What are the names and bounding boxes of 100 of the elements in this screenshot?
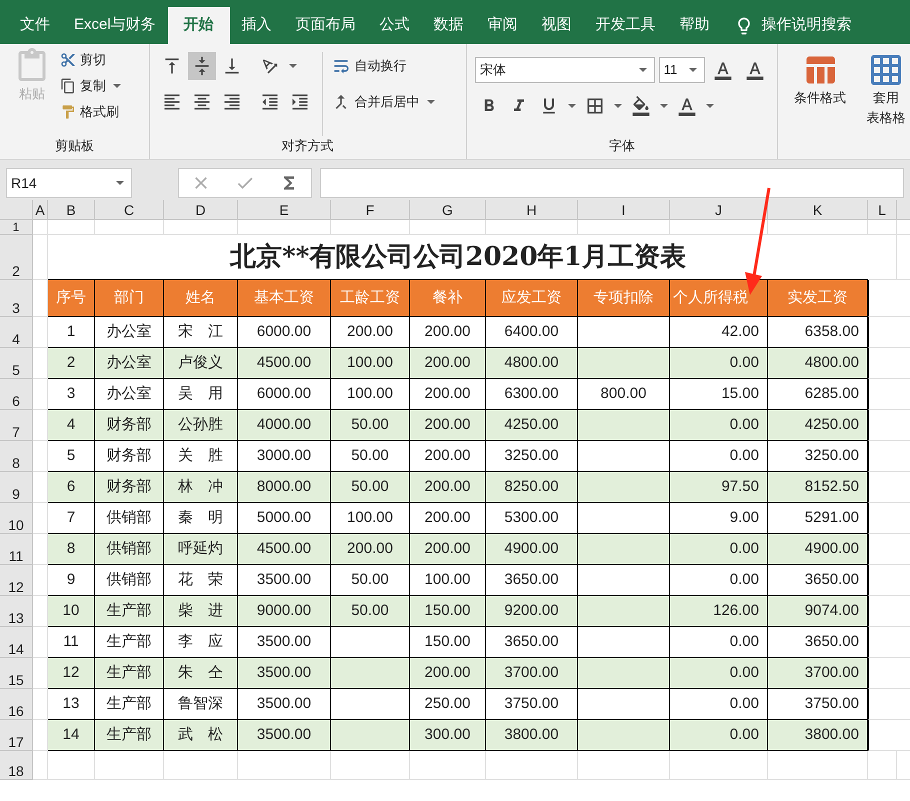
ribbon-tab[interactable]: 数据 bbox=[422, 7, 476, 44]
table-cell: 100.00 bbox=[331, 503, 410, 534]
column-header[interactable]: E bbox=[238, 200, 331, 220]
caret-icon bbox=[426, 100, 435, 104]
column-header[interactable]: K bbox=[768, 200, 868, 220]
ribbon-tab[interactable]: Excel与财务 bbox=[62, 7, 168, 44]
table-cell: 6300.00 bbox=[486, 379, 578, 410]
table-cell: 100.00 bbox=[331, 348, 410, 379]
empty-cell bbox=[48, 751, 95, 780]
column-header[interactable]: H bbox=[486, 200, 578, 220]
ribbon-tab[interactable]: 文件 bbox=[8, 7, 62, 44]
row-header[interactable]: 16 bbox=[0, 689, 33, 720]
formula-input-field[interactable] bbox=[320, 168, 904, 198]
vertical-align-button[interactable] bbox=[188, 52, 216, 80]
caret-icon bbox=[660, 104, 668, 108]
ribbon-tab[interactable]: 帮助 bbox=[668, 7, 722, 44]
empty-cell bbox=[868, 503, 897, 534]
table-cell: 生产部 bbox=[95, 720, 164, 751]
column-header[interactable]: B bbox=[48, 200, 95, 220]
column-heading: 工龄工资 bbox=[331, 280, 410, 317]
row-header[interactable]: 9 bbox=[0, 472, 33, 503]
wrap-text-button[interactable]: 自动换行 bbox=[330, 52, 438, 80]
format-painter-button[interactable]: 格式刷 bbox=[60, 100, 124, 124]
column-header[interactable]: L bbox=[868, 200, 897, 220]
table-cell: 朱 仝 bbox=[164, 658, 238, 689]
table-cell: 3 bbox=[48, 379, 95, 410]
caret-icon bbox=[638, 68, 647, 72]
row-header[interactable]: 12 bbox=[0, 565, 33, 596]
table-cell: 3500.00 bbox=[238, 627, 331, 658]
row-header[interactable]: 18 bbox=[0, 751, 33, 780]
row-header[interactable]: 2 bbox=[0, 235, 33, 280]
caret-icon bbox=[706, 104, 714, 108]
table-cell: 50.00 bbox=[331, 410, 410, 441]
table-cell: 3700.00 bbox=[768, 658, 868, 689]
table-cell: 3250.00 bbox=[486, 441, 578, 472]
table-cell: 42.00 bbox=[670, 317, 768, 348]
column-header[interactable]: F bbox=[331, 200, 410, 220]
ribbon-tab[interactable]: 审阅 bbox=[476, 7, 530, 44]
column-heading: 餐补 bbox=[410, 280, 486, 317]
row-header[interactable]: 8 bbox=[0, 441, 33, 472]
table-cell: 100.00 bbox=[410, 565, 486, 596]
row-header[interactable]: 11 bbox=[0, 534, 33, 565]
row-header[interactable]: 4 bbox=[0, 317, 33, 348]
ribbon-tab[interactable]: 插入 bbox=[230, 7, 284, 44]
row-header[interactable]: 7 bbox=[0, 410, 33, 441]
copy-button[interactable]: 复制 bbox=[60, 74, 124, 98]
table-cell: 250.00 bbox=[410, 689, 486, 720]
row-header[interactable]: 15 bbox=[0, 658, 33, 689]
column-header[interactable]: C bbox=[95, 200, 164, 220]
group-label: 字体 bbox=[608, 136, 635, 154]
column-header[interactable]: I bbox=[578, 200, 670, 220]
column-header[interactable]: D bbox=[164, 200, 238, 220]
row-header[interactable]: 14 bbox=[0, 627, 33, 658]
table-cell: 3250.00 bbox=[768, 441, 868, 472]
conditional-format-button[interactable]: 条件格式 bbox=[790, 52, 850, 159]
row-header[interactable]: 3 bbox=[0, 280, 33, 317]
font-size-field[interactable]: 11 bbox=[658, 57, 705, 83]
table-cell: 200.00 bbox=[410, 348, 486, 379]
row-header[interactable]: 10 bbox=[0, 503, 33, 534]
font-name-field[interactable]: 宋体 bbox=[474, 57, 655, 83]
column-header[interactable]: G bbox=[410, 200, 486, 220]
table-cell: 3650.00 bbox=[768, 627, 868, 658]
table-cell: 200.00 bbox=[410, 658, 486, 689]
caret-icon bbox=[688, 68, 697, 72]
name-box[interactable]: R14 bbox=[6, 168, 132, 198]
merge-center-button[interactable]: 合并后居中 bbox=[330, 88, 438, 116]
table-cell: 50.00 bbox=[331, 565, 410, 596]
ribbon-tab[interactable]: 开发工具 bbox=[584, 7, 668, 44]
empty-cell bbox=[868, 235, 897, 280]
table-cell: 3650.00 bbox=[486, 565, 578, 596]
column-heading: 应发工资 bbox=[486, 280, 578, 317]
row-header[interactable]: 1 bbox=[0, 220, 33, 235]
table-cell: 3500.00 bbox=[238, 565, 331, 596]
column-heading: 序号 bbox=[48, 280, 95, 317]
table-cell: 3800.00 bbox=[486, 720, 578, 751]
table-cell: 呼延灼 bbox=[164, 534, 238, 565]
table-cell: 200.00 bbox=[410, 317, 486, 348]
cut-button[interactable]: 剪切 bbox=[60, 48, 124, 72]
table-cell: 100.00 bbox=[331, 379, 410, 410]
row-header[interactable]: 17 bbox=[0, 720, 33, 751]
table-cell: 3800.00 bbox=[768, 720, 868, 751]
column-header[interactable]: J bbox=[670, 200, 768, 220]
caret-icon bbox=[288, 64, 297, 68]
table-cell: 财务部 bbox=[95, 410, 164, 441]
table-format-button[interactable]: 套用 表格格 bbox=[862, 52, 910, 159]
empty-cell bbox=[95, 751, 164, 780]
row-header[interactable]: 5 bbox=[0, 348, 33, 379]
table-cell: 6285.00 bbox=[768, 379, 868, 410]
ribbon-tab[interactable]: 开始 bbox=[168, 7, 230, 44]
table-cell: 4500.00 bbox=[238, 534, 331, 565]
table-cell: 50.00 bbox=[331, 472, 410, 503]
row-header[interactable]: 6 bbox=[0, 379, 33, 410]
row-header[interactable]: 13 bbox=[0, 596, 33, 627]
empty-cell bbox=[868, 689, 897, 720]
tell-me-search[interactable]: 操作说明搜索 bbox=[758, 14, 856, 37]
column-header[interactable]: A bbox=[33, 200, 48, 220]
ribbon-tab[interactable]: 视图 bbox=[530, 7, 584, 44]
table-cell: 供销部 bbox=[95, 503, 164, 534]
ribbon-tab[interactable]: 公式 bbox=[368, 7, 422, 44]
ribbon-tab[interactable]: 页面布局 bbox=[284, 7, 368, 44]
